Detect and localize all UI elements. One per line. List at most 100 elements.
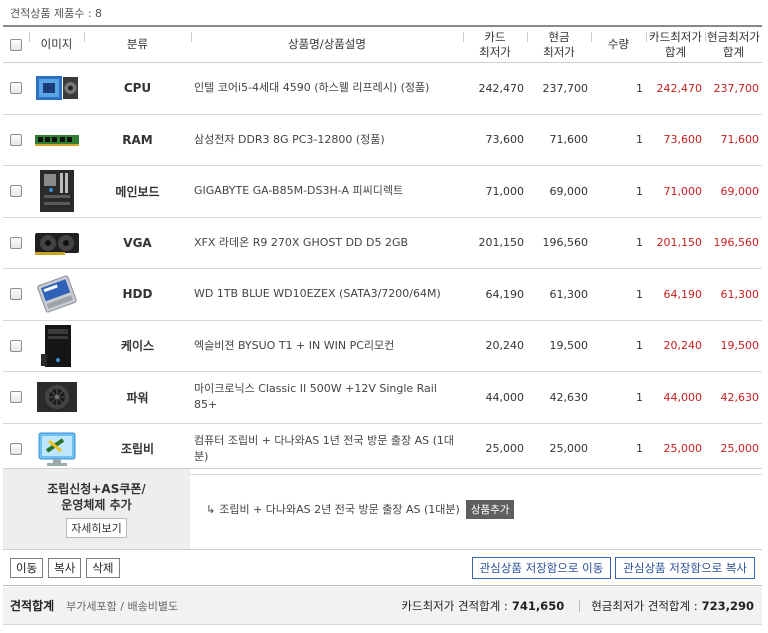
delete-button[interactable]: 삭제 [86, 557, 120, 578]
product-thumbnail-cell[interactable] [29, 269, 84, 320]
row-checkbox[interactable] [10, 133, 22, 146]
add-product-button[interactable]: 상품추가 [465, 499, 515, 519]
row-cash-total: 19,500 [720, 339, 760, 353]
assembly-option-section: 조립신청+AS쿠폰/운영체제 추가 자세히보기 ↳ 조립비 + 다나와AS 2년… [3, 468, 762, 550]
row-card-price: 64,190 [485, 287, 525, 301]
row-cash-price: 61,300 [549, 287, 589, 301]
row-checkbox[interactable] [10, 442, 22, 455]
row-product-name[interactable]: 인텔 코어i5-4세대 4590 (하스웰 리프레시) (정품) [191, 63, 463, 114]
action-bar: 이동 복사 삭제 관심상품 저장함으로 이동 관심상품 저장함으로 복사 [3, 550, 762, 586]
row-product-name[interactable]: 삼성전자 DDR3 8G PC3-12800 (정품) [191, 115, 463, 166]
row-select[interactable] [3, 424, 29, 475]
detail-view-button[interactable]: 자세히보기 [66, 517, 127, 538]
row-cash-price: 69,000 [549, 184, 589, 198]
header-name: 상품명/상품설명 [191, 27, 463, 62]
row-checkbox[interactable] [10, 82, 22, 95]
copy-to-wishlist-button[interactable]: 관심상품 저장함으로 복사 [615, 556, 755, 579]
estimate-table: 이미지 분류 상품명/상품설명 카드 최저가 현금 최저가 수량 카드최저가 합계 현… [3, 25, 762, 475]
row-cash-price: 42,630 [549, 390, 589, 404]
row-category: HDD [122, 287, 153, 302]
assembly-image[interactable] [33, 427, 81, 471]
row-checkbox[interactable] [10, 288, 22, 301]
header-select-all[interactable] [3, 27, 29, 62]
product-thumbnail-cell[interactable] [29, 424, 84, 475]
row-product-name[interactable]: 엑슬비젼 BYSUO T1 + IN WIN PC리모컨 [191, 321, 463, 372]
row-card-total: 44,000 [663, 390, 703, 404]
row-select[interactable] [3, 372, 29, 423]
cash-total-value: 723,290 [701, 598, 754, 613]
row-card-price: 201,150 [478, 236, 525, 250]
row-cash-total: 69,000 [720, 184, 760, 198]
row-select[interactable] [3, 269, 29, 320]
row-quantity: 1 [636, 390, 643, 404]
row-card-price: 20,240 [485, 339, 525, 353]
row-checkbox[interactable] [10, 236, 22, 249]
row-checkbox[interactable] [10, 391, 22, 404]
mainboard-image[interactable] [33, 169, 81, 213]
select-all-checkbox[interactable] [10, 38, 22, 51]
product-thumbnail-cell[interactable] [29, 218, 84, 269]
case-image[interactable] [33, 324, 81, 368]
psu-image[interactable] [33, 375, 81, 419]
row-cash-total: 196,560 [713, 236, 760, 250]
row-category: 파워 [126, 390, 149, 405]
hdd-image[interactable] [33, 272, 81, 316]
row-cash-price: 71,600 [549, 133, 589, 147]
table-row: HDD WD 1TB BLUE WD10EZEX (SATA3/7200/64M)… [3, 269, 762, 321]
row-cash-price: 19,500 [549, 339, 589, 353]
copy-button[interactable]: 복사 [48, 557, 82, 578]
row-card-price: 242,470 [478, 81, 525, 95]
row-product-name[interactable]: 마이크로닉스 Classic II 500W +12V Single Rail … [191, 372, 463, 423]
cpu-image[interactable] [33, 66, 81, 110]
row-select[interactable] [3, 321, 29, 372]
product-thumbnail-cell[interactable] [29, 372, 84, 423]
row-quantity: 1 [636, 339, 643, 353]
product-thumbnail-cell[interactable] [29, 166, 84, 217]
row-card-total: 242,470 [656, 81, 703, 95]
row-quantity: 1 [636, 133, 643, 147]
table-row: CPU 인텔 코어i5-4세대 4590 (하스웰 리프레시) (정품) 242,4… [3, 63, 762, 115]
product-thumbnail-cell[interactable] [29, 63, 84, 114]
table-row: VGA XFX 라데온 R9 270X GHOST DD D5 2GB 201,15… [3, 218, 762, 269]
row-select[interactable] [3, 166, 29, 217]
row-select[interactable] [3, 218, 29, 269]
vga-image[interactable] [33, 221, 81, 265]
card-total-value: 741,650 [511, 598, 565, 613]
header-image: 이미지 [29, 27, 84, 62]
row-checkbox[interactable] [10, 185, 22, 198]
row-product-name[interactable]: XFX 라데온 R9 270X GHOST DD D5 2GB [191, 218, 463, 269]
estimate-total-bar: 견적합계 부가세포함 / 배송비별도 카드최저가 견적합계 : 741,650 … [3, 587, 762, 625]
ram-image[interactable] [33, 118, 81, 162]
row-quantity: 1 [636, 287, 643, 301]
product-thumbnail-cell[interactable] [29, 115, 84, 166]
table-row: 케이스 엑슬비젼 BYSUO T1 + IN WIN PC리모컨 20,240 19,… [3, 321, 762, 372]
row-card-total: 64,190 [663, 287, 703, 301]
product-thumbnail-cell[interactable] [29, 321, 84, 372]
row-card-price: 71,000 [485, 184, 525, 198]
row-select[interactable] [3, 115, 29, 166]
header-category: 분류 [84, 27, 191, 62]
row-card-total: 25,000 [663, 442, 703, 456]
total-label: 견적합계 [10, 599, 55, 613]
row-cash-total: 25,000 [720, 442, 760, 456]
row-category: 메인보드 [115, 184, 160, 199]
row-cash-total: 61,300 [720, 287, 760, 301]
row-quantity: 1 [636, 81, 643, 95]
row-category: RAM [122, 132, 153, 147]
row-product-name[interactable]: 컴퓨터 조립비 + 다나와AS 1년 전국 방문 출장 AS (1대분) [191, 424, 463, 475]
move-button[interactable]: 이동 [10, 557, 44, 578]
row-product-name[interactable]: GIGABYTE GA-B85M-DS3H-A 피씨디렉트 [191, 166, 463, 217]
row-product-name[interactable]: WD 1TB BLUE WD10EZEX (SATA3/7200/64M) [191, 269, 463, 320]
row-category: CPU [123, 81, 152, 96]
row-checkbox[interactable] [10, 339, 22, 352]
row-category: 조립비 [120, 442, 155, 457]
assembly-option-item: ↳ 조립비 + 다나와AS 2년 전국 방문 출장 AS (1대분) 상품추가 [190, 469, 762, 549]
row-quantity: 1 [636, 184, 643, 198]
row-card-price: 73,600 [485, 133, 525, 147]
row-select[interactable] [3, 63, 29, 114]
total-divider [579, 599, 581, 612]
assembly-option-title: 조립신청+AS쿠폰/운영체제 추가 [47, 481, 146, 512]
row-card-total: 71,000 [663, 184, 703, 198]
row-cash-price: 237,700 [542, 81, 589, 95]
move-to-wishlist-button[interactable]: 관심상품 저장함으로 이동 [471, 556, 612, 579]
